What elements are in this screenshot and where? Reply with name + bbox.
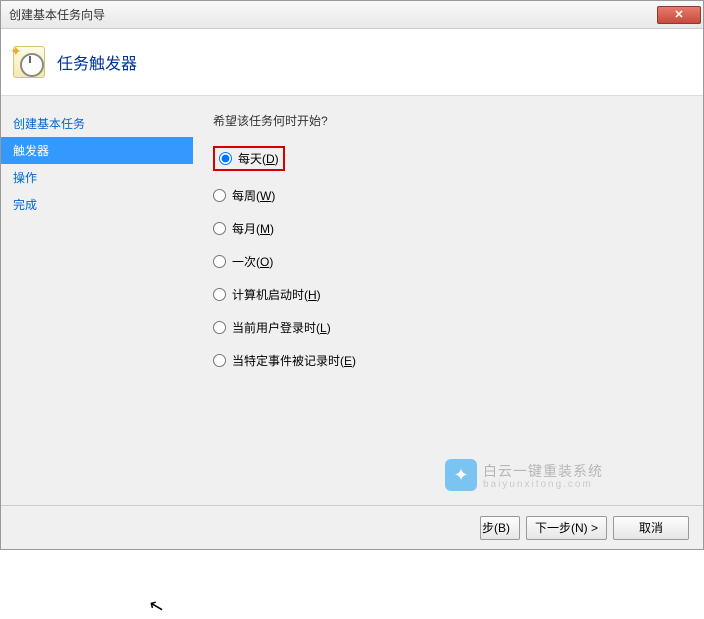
sidebar-item-action[interactable]: 操作 [1,164,193,191]
wizard-steps-sidebar: 创建基本任务 触发器 操作 完成 [1,96,193,505]
option-once[interactable]: 一次(O) [213,248,683,275]
radio-daily[interactable] [219,152,232,165]
new-star-icon: ✦ [10,43,22,60]
radio-monthly[interactable] [213,222,226,235]
next-button[interactable]: 下一步(N) > [526,516,607,540]
wizard-content: 希望该任务何时开始? 每天(D) 每周(W) 每月(M) [193,96,703,505]
option-daily[interactable]: 每天(D) [213,141,683,176]
cursor-icon: ↖ [147,594,167,618]
option-event[interactable]: 当特定事件被记录时(E) [213,347,683,374]
sidebar-item-finish[interactable]: 完成 [1,191,193,218]
page-title: 任务触发器 [57,50,137,74]
highlight-box: 每天(D) [213,146,285,171]
radio-weekly[interactable] [213,189,226,202]
back-button[interactable]: 步(B) [480,516,520,540]
option-label: 每月(M) [232,220,274,237]
trigger-prompt: 希望该任务何时开始? [213,112,683,129]
window-title: 创建基本任务向导 [9,6,105,23]
option-label: 一次(O) [232,253,273,270]
radio-startup[interactable] [213,288,226,301]
radio-event[interactable] [213,354,226,367]
option-label: 每周(W) [232,187,275,204]
close-icon: ✕ [674,8,683,21]
close-button[interactable]: ✕ [657,6,701,24]
wizard-body: 创建基本任务 触发器 操作 完成 希望该任务何时开始? 每天(D) 每周(W) [1,96,703,505]
option-label: 每天(D) [238,150,279,167]
option-label: 计算机启动时(H) [232,286,321,303]
titlebar: 创建基本任务向导 ✕ [1,1,703,29]
option-startup[interactable]: 计算机启动时(H) [213,281,683,308]
sidebar-item-create-task[interactable]: 创建基本任务 [1,110,193,137]
cancel-button[interactable]: 取消 [613,516,689,540]
option-label: 当前用户登录时(L) [232,319,331,336]
option-logon[interactable]: 当前用户登录时(L) [213,314,683,341]
wizard-window: 创建基本任务向导 ✕ ✦ 任务触发器 创建基本任务 触发器 操作 完成 希望该任… [0,0,704,550]
scheduler-icon: ✦ [13,46,45,78]
radio-logon[interactable] [213,321,226,334]
radio-once[interactable] [213,255,226,268]
option-monthly[interactable]: 每月(M) [213,215,683,242]
trigger-options: 每天(D) 每周(W) 每月(M) 一次(O) 计算机启动 [213,141,683,374]
option-label: 当特定事件被记录时(E) [232,352,356,369]
wizard-header: ✦ 任务触发器 [1,29,703,96]
wizard-footer: 步(B) 下一步(N) > 取消 [1,505,703,549]
sidebar-item-trigger[interactable]: 触发器 [1,137,193,164]
option-weekly[interactable]: 每周(W) [213,182,683,209]
